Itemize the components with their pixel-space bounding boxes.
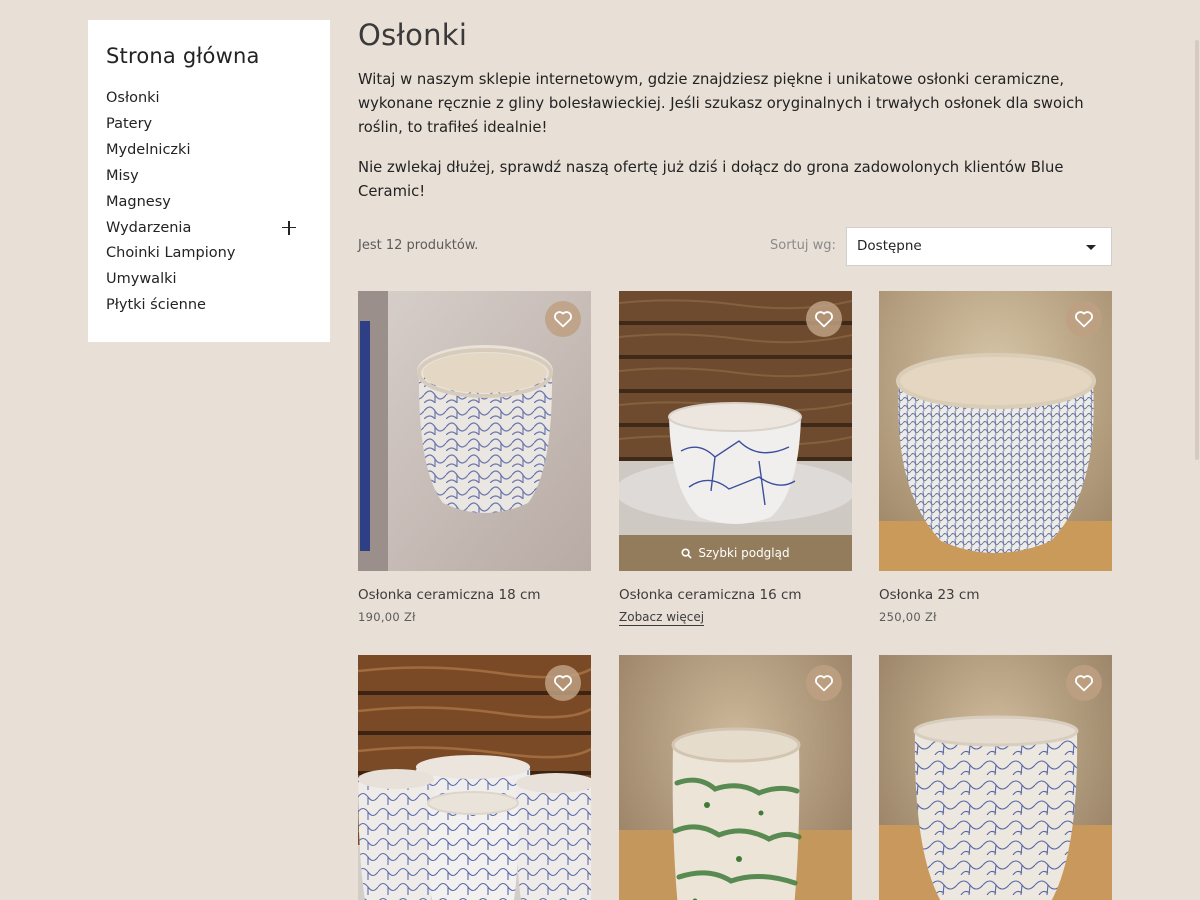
product-image[interactable] — [879, 291, 1112, 571]
sidebar-item-label[interactable]: Wydarzenia — [106, 220, 191, 236]
heart-icon — [815, 311, 833, 328]
products-toolbar: Jest 12 produktów. Sortuj wg: Dostępne — [358, 227, 1112, 266]
scrollbar-thumb[interactable] — [1195, 40, 1199, 460]
see-more-link[interactable]: Zobacz więcej — [619, 610, 705, 626]
product-name[interactable]: Osłonka 23 cm — [879, 587, 1112, 603]
quick-view-label: Szybki podgląd — [698, 546, 790, 560]
product-name[interactable]: Osłonka ceramiczna 16 cm — [619, 587, 852, 603]
sidebar-item-umywalki[interactable]: Umywalki — [106, 267, 312, 293]
heart-icon — [554, 675, 572, 692]
sidebar-item-misy[interactable]: Misy — [106, 164, 312, 190]
add-to-wishlist-button[interactable] — [1066, 665, 1102, 701]
product-price: 190,00 Zł — [358, 610, 416, 624]
heart-icon — [1075, 311, 1093, 328]
sidebar-item-wydarzenia[interactable]: Wydarzenia — [106, 216, 312, 242]
product-card[interactable] — [358, 655, 591, 900]
add-to-wishlist-button[interactable] — [545, 301, 581, 337]
page-scrollbar[interactable] — [1194, 0, 1200, 900]
product-image[interactable]: Szybki podgląd — [619, 291, 852, 571]
category-description: Witaj w naszym sklepie internetowym, gdz… — [358, 68, 1112, 204]
add-to-wishlist-button[interactable] — [545, 665, 581, 701]
plus-icon[interactable] — [282, 220, 296, 235]
sidebar-item-mydelniczki[interactable]: Mydelniczki — [106, 138, 312, 164]
product-card[interactable] — [619, 655, 852, 900]
sidebar-item-plytki-scienne[interactable]: Płytki ścienne — [106, 293, 312, 319]
product-image[interactable] — [619, 655, 852, 900]
sidebar-item-oslonki[interactable]: Osłonki — [106, 86, 312, 112]
chevron-down-icon — [1086, 245, 1096, 250]
product-name[interactable]: Osłonka ceramiczna 18 cm — [358, 587, 591, 603]
add-to-wishlist-button[interactable] — [1066, 301, 1102, 337]
sort-label: Sortuj wg: — [770, 238, 836, 253]
product-image[interactable] — [358, 291, 591, 571]
heart-icon — [815, 675, 833, 692]
product-image[interactable] — [879, 655, 1112, 900]
sidebar-item-choinki-lampiony[interactable]: Choinki Lampiony — [106, 241, 312, 267]
product-card[interactable]: Szybki podgląd Osłonka ceramiczna 16 cm … — [619, 291, 852, 626]
product-card[interactable]: Osłonka ceramiczna 18 cm 190,00 Zł — [358, 291, 591, 624]
product-count: Jest 12 produktów. — [358, 238, 479, 253]
description-paragraph: Witaj w naszym sklepie internetowym, gdz… — [358, 71, 1084, 136]
category-list: Osłonki Patery Mydelniczki Misy Magnesy … — [106, 86, 312, 319]
product-image[interactable] — [358, 655, 591, 900]
quick-view-button[interactable]: Szybki podgląd — [619, 535, 852, 571]
category-header: Osłonki Witaj w naszym sklepie interneto… — [358, 18, 1112, 204]
sidebar-title[interactable]: Strona główna — [106, 44, 312, 68]
sidebar-item-magnesy[interactable]: Magnesy — [106, 190, 312, 216]
heart-icon — [554, 311, 572, 328]
product-price: 250,00 Zł — [879, 610, 937, 624]
category-sidebar: Strona główna Osłonki Patery Mydelniczki… — [88, 20, 330, 342]
add-to-wishlist-button[interactable] — [806, 301, 842, 337]
sort-select[interactable]: Dostępne — [846, 227, 1112, 266]
add-to-wishlist-button[interactable] — [806, 665, 842, 701]
description-paragraph: Nie zwlekaj dłużej, sprawdź naszą ofertę… — [358, 159, 1064, 200]
sidebar-item-patery[interactable]: Patery — [106, 112, 312, 138]
product-card[interactable]: Osłonka 23 cm 250,00 Zł — [879, 291, 1112, 624]
product-card[interactable] — [879, 655, 1112, 900]
sort-select-value: Dostępne — [857, 238, 922, 254]
search-icon — [681, 547, 693, 559]
page-title: Osłonki — [358, 18, 468, 52]
heart-icon — [1075, 675, 1093, 692]
